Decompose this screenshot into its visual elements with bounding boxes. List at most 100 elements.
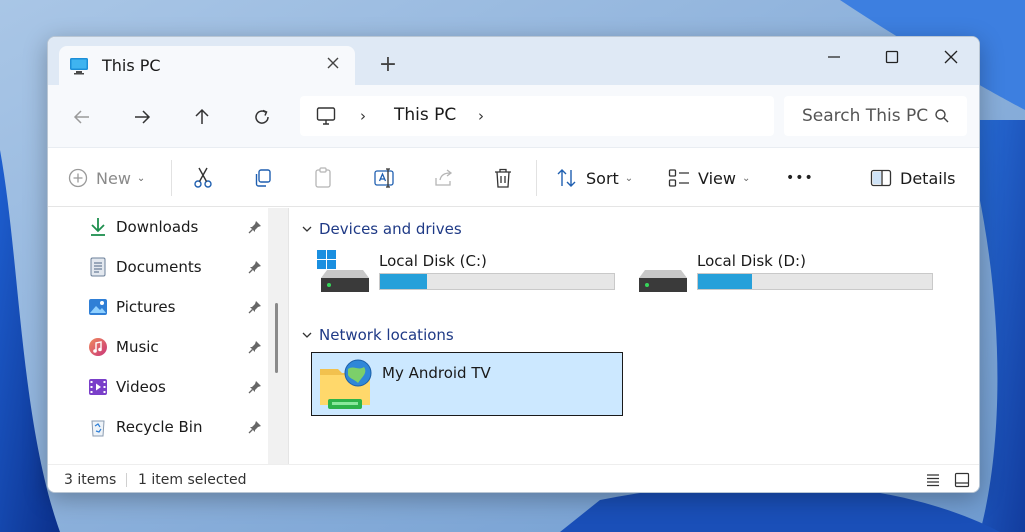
pin-icon[interactable] bbox=[248, 340, 262, 354]
document-icon bbox=[88, 257, 108, 277]
share-button[interactable] bbox=[433, 164, 455, 192]
drive-usage-bar bbox=[697, 273, 933, 290]
navigation-pane: Downloads Documents Pictures Music Video… bbox=[48, 208, 286, 464]
chevron-down-icon: ⌄ bbox=[624, 172, 634, 184]
sort-button[interactable]: Sort ⌄ bbox=[556, 164, 633, 192]
new-label: New bbox=[96, 168, 131, 188]
refresh-button[interactable] bbox=[248, 103, 276, 131]
new-tab-button[interactable]: + bbox=[375, 54, 401, 76]
download-icon bbox=[88, 217, 108, 237]
search-icon[interactable] bbox=[934, 108, 950, 124]
refresh-icon bbox=[255, 109, 269, 124]
video-icon bbox=[88, 377, 108, 397]
sidebar-scrollbar[interactable] bbox=[268, 208, 288, 464]
chevron-down-icon bbox=[302, 332, 312, 338]
sidebar-item-documents[interactable]: Documents bbox=[88, 252, 268, 282]
group-title: Network locations bbox=[319, 326, 454, 344]
breadcrumb-this-pc[interactable]: This PC bbox=[394, 105, 456, 125]
sidebar-item-recycle-bin[interactable]: Recycle Bin bbox=[88, 412, 268, 442]
breadcrumb-chevron-icon[interactable]: › bbox=[360, 107, 366, 125]
details-label: Details bbox=[900, 168, 956, 188]
view-button[interactable]: View ⌄ bbox=[668, 164, 750, 192]
breadcrumb-chevron-icon[interactable]: › bbox=[478, 107, 484, 125]
status-bar: 3 items 1 item selected bbox=[48, 464, 979, 492]
sidebar-item-label: Documents bbox=[116, 258, 202, 276]
network-item-my-android-tv[interactable]: My Android TV bbox=[311, 352, 623, 416]
pin-icon[interactable] bbox=[248, 300, 262, 314]
group-header-network[interactable]: Network locations bbox=[301, 326, 454, 344]
search-box[interactable] bbox=[784, 96, 967, 136]
sidebar-item-label: Videos bbox=[116, 378, 166, 396]
sidebar-item-label: Music bbox=[116, 338, 159, 356]
divider bbox=[171, 160, 172, 196]
sidebar-item-pictures[interactable]: Pictures bbox=[88, 292, 268, 322]
close-window-button[interactable] bbox=[931, 42, 971, 72]
view-label: View bbox=[698, 168, 736, 188]
music-icon bbox=[88, 337, 108, 357]
rename-icon bbox=[374, 168, 394, 188]
trash-icon bbox=[495, 168, 511, 188]
drive-usage-bar bbox=[379, 273, 615, 290]
recycle-bin-icon bbox=[88, 417, 108, 437]
tab-title: This PC bbox=[102, 56, 161, 75]
back-button[interactable] bbox=[68, 103, 96, 131]
pin-icon[interactable] bbox=[248, 260, 262, 274]
drive-usage-fill bbox=[380, 274, 427, 289]
new-button[interactable]: New ⌄ bbox=[68, 164, 145, 192]
arrow-up-icon bbox=[195, 108, 209, 124]
details-button[interactable]: Details bbox=[870, 164, 955, 192]
sidebar-item-downloads[interactable]: Downloads bbox=[88, 212, 268, 242]
copy-button[interactable] bbox=[253, 164, 273, 192]
pin-icon[interactable] bbox=[248, 220, 262, 234]
delete-button[interactable] bbox=[493, 164, 513, 192]
drive-item-c[interactable]: Local Disk (C:) bbox=[317, 246, 617, 306]
maximize-button[interactable] bbox=[872, 42, 912, 72]
details-pane-icon bbox=[870, 169, 892, 187]
command-bar: New ⌄ Sort ⌄ View ⌄ ••• Details bbox=[48, 147, 979, 207]
group-header-devices[interactable]: Devices and drives bbox=[301, 220, 462, 238]
chevron-down-icon: ⌄ bbox=[741, 172, 751, 184]
content-pane: Devices and drives Local Disk (C:) Local… bbox=[288, 208, 979, 464]
more-icon: ••• bbox=[786, 170, 814, 186]
scrollbar-thumb[interactable] bbox=[275, 303, 278, 373]
maximize-icon bbox=[885, 50, 899, 64]
sidebar-item-label: Downloads bbox=[116, 218, 199, 236]
drive-item-d[interactable]: Local Disk (D:) bbox=[635, 246, 935, 306]
file-explorer-window: This PC + › This PC › Search This PC New… bbox=[47, 36, 980, 493]
arrow-right-icon bbox=[135, 110, 151, 124]
address-bar[interactable]: › This PC › bbox=[300, 96, 774, 136]
view-icon bbox=[668, 169, 689, 187]
pin-icon[interactable] bbox=[248, 420, 262, 434]
sidebar-item-music[interactable]: Music bbox=[88, 332, 268, 362]
large-icons-view-icon[interactable] bbox=[954, 472, 970, 488]
divider bbox=[536, 160, 537, 196]
cut-button[interactable] bbox=[193, 164, 213, 192]
up-button[interactable] bbox=[188, 103, 216, 131]
picture-icon bbox=[88, 297, 108, 317]
minimize-button[interactable] bbox=[814, 42, 854, 72]
sort-label: Sort bbox=[586, 168, 619, 188]
items-count: 3 items bbox=[64, 472, 117, 488]
paste-button[interactable] bbox=[313, 164, 333, 192]
sidebar-item-videos[interactable]: Videos bbox=[88, 372, 268, 402]
sidebar-item-label: Pictures bbox=[116, 298, 176, 316]
minimize-icon bbox=[828, 56, 840, 58]
rename-button[interactable] bbox=[373, 164, 395, 192]
scissors-icon bbox=[194, 167, 212, 188]
forward-button[interactable] bbox=[128, 103, 156, 131]
hard-drive-icon bbox=[639, 270, 687, 292]
drive-name: Local Disk (D:) bbox=[697, 252, 806, 270]
sidebar-item-label: Recycle Bin bbox=[116, 418, 203, 436]
more-options-button[interactable]: ••• bbox=[786, 164, 814, 192]
details-view-icon[interactable] bbox=[926, 473, 940, 487]
tab-close-icon[interactable] bbox=[323, 54, 343, 75]
tab-this-pc[interactable]: This PC bbox=[59, 46, 355, 86]
chevron-down-icon: ⌄ bbox=[136, 172, 146, 184]
pin-icon[interactable] bbox=[248, 380, 262, 394]
clipboard-icon bbox=[315, 167, 331, 188]
close-icon bbox=[944, 50, 958, 64]
drive-usage-fill bbox=[698, 274, 752, 289]
hard-drive-icon bbox=[317, 250, 369, 292]
search-input[interactable] bbox=[784, 96, 929, 136]
group-title: Devices and drives bbox=[319, 220, 462, 238]
